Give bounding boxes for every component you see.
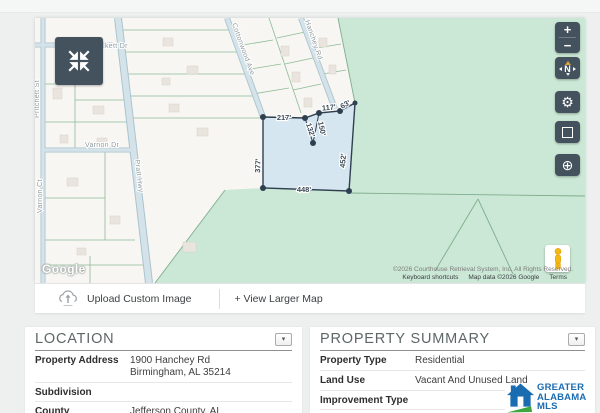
locate-button[interactable]: ⊕ — [555, 154, 580, 176]
property-summary-collapse-button[interactable]: ▾ — [568, 333, 585, 346]
row-value: Jefferson County, AL — [130, 406, 222, 413]
google-watermark: Google — [42, 262, 86, 276]
svg-text:377': 377' — [253, 158, 263, 173]
row-label: Property Type — [320, 355, 415, 367]
shape-tool-button[interactable] — [555, 121, 580, 143]
mls-text-line3: MLS — [537, 402, 586, 412]
row-label: Property Address — [35, 355, 130, 379]
street-label-kett-dr: kett Dr — [105, 43, 128, 50]
collapse-map-button[interactable] — [55, 37, 103, 85]
compass-n-label: N — [564, 65, 571, 73]
zoom-in-button[interactable]: + — [555, 22, 580, 37]
location-title: LOCATION — [35, 331, 114, 347]
map-canvas[interactable]: 217' 132' 150' 117' 63' 452' 377' 448' P… — [35, 18, 585, 283]
page-top-strip — [0, 0, 600, 13]
row-county: County Jefferson County, AL — [35, 402, 292, 413]
row-label: Improvement Type — [320, 395, 415, 406]
map-data-label: Map data ©2026 Google — [468, 274, 539, 281]
basemap-svg: 217' 132' 150' 117' 63' 452' 377' 448' P… — [35, 18, 585, 283]
greater-alabama-mls-logo: GREATER ALABAMA MLS — [505, 383, 586, 413]
svg-text:452': 452' — [338, 153, 348, 168]
chevron-down-icon: ▾ — [575, 335, 579, 343]
row-property-type: Property Type Residential — [320, 351, 585, 371]
svg-text:217': 217' — [277, 113, 292, 122]
compass-east-arrow-icon — [573, 67, 576, 71]
row-value: Residential — [415, 355, 464, 367]
zoom-out-icon: − — [564, 39, 572, 52]
address-line2: Birmingham, AL 35214 — [130, 367, 231, 378]
zoom-in-icon: + — [564, 23, 572, 36]
svg-text:448': 448' — [297, 185, 312, 194]
zoom-control: + − — [555, 22, 580, 53]
terms-link[interactable]: Terms — [549, 274, 567, 281]
view-larger-map-label: + View Larger Map — [234, 293, 322, 305]
property-summary-title: PROPERTY SUMMARY — [320, 331, 490, 347]
compass-button[interactable]: N — [555, 57, 580, 79]
compass-west-arrow-icon — [559, 67, 562, 71]
upload-custom-image-label: Upload Custom Image — [87, 293, 191, 305]
row-label: County — [35, 406, 130, 413]
street-label-varnon-ct: Varnon Ct — [37, 179, 44, 213]
upload-custom-image-button[interactable]: Upload Custom Image — [43, 284, 205, 313]
location-panel: LOCATION ▾ Property Address 1900 Hanchey… — [25, 327, 302, 413]
compass-south-arrow-icon — [566, 73, 570, 76]
gear-icon: ⚙ — [561, 94, 574, 111]
row-subdivision: Subdivision — [35, 383, 292, 402]
collapse-icon — [66, 48, 92, 74]
row-label: Land Use — [320, 375, 415, 387]
address-line1: 1900 Hanchey Rd — [130, 355, 210, 366]
square-shape-icon — [562, 127, 573, 138]
location-collapse-button[interactable]: ▾ — [275, 333, 292, 346]
attribution-links: Keyboard shortcuts Map data ©2026 Google… — [402, 274, 567, 281]
view-larger-map-button[interactable]: + View Larger Map — [220, 284, 336, 313]
upload-icon — [57, 290, 79, 307]
chevron-down-icon: ▾ — [282, 335, 286, 343]
row-value: 1900 Hanchey Rd Birmingham, AL 35214 — [130, 355, 231, 379]
row-label: Subdivision — [35, 387, 130, 398]
mls-house-icon — [507, 383, 534, 413]
crosshair-icon: ⊕ — [562, 157, 574, 174]
svg-text:117': 117' — [321, 102, 336, 112]
attribution-copyright: ©2026 Courthouse Retrieval System, Inc. … — [393, 266, 573, 273]
map-settings-button[interactable]: ⚙ — [555, 91, 580, 113]
keyboard-shortcuts-link[interactable]: Keyboard shortcuts — [402, 274, 458, 281]
street-label-varnon-dr: Varnon Dr — [85, 142, 119, 149]
map-toolbar: Upload Custom Image + View Larger Map — [35, 283, 585, 313]
zoom-out-button[interactable]: − — [555, 38, 580, 53]
street-label-pritchett-st: Pritchett St — [35, 80, 41, 118]
row-property-address: Property Address 1900 Hanchey Rd Birming… — [35, 351, 292, 383]
